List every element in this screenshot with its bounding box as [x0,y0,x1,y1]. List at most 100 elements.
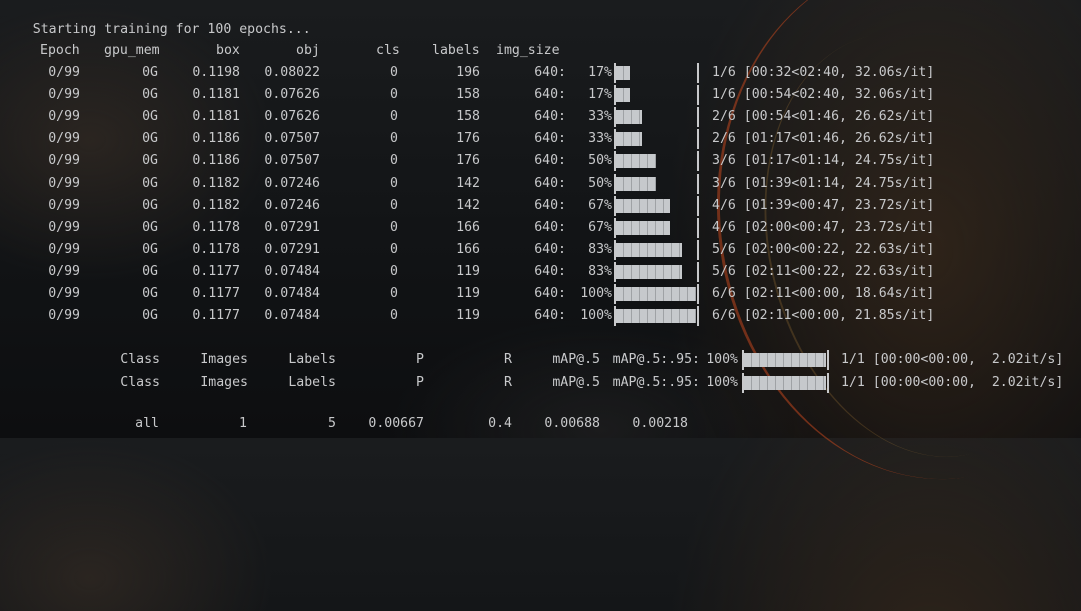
val-col-p: P [416,352,424,367]
col-obj: obj [296,43,320,58]
obj-loss-cell: 0.07626 [264,87,320,103]
col-cls: cls [376,43,400,58]
progress-bar-fill [616,66,630,80]
progress-bar-end [697,63,699,83]
col-img-size: img_size [496,43,560,58]
cls-loss-cell: 0 [390,286,398,301]
progress-bar [614,239,699,260]
progress-status: 5/6 [02:00<00:22, 22.63s/it] [712,241,935,257]
progress-bar [614,151,699,172]
training-row: 0/99 0G 0.1178 0.07291 0 166 640: 83% 5/6 [02:00… [0,239,1081,261]
box-loss-cell: 0.1178 [192,219,240,235]
summary-map50: 0.00688 [544,416,600,431]
epoch-cell: 0/99 [48,241,80,257]
val-col-images: Images [200,374,248,390]
obj-loss-cell: 0.08022 [264,65,320,80]
progress-bar-fill [616,264,682,279]
training-row: 0/99 0G 0.1181 0.07626 0 158 640: 17% 1/6 [00:54… [0,84,1081,106]
progress-percent: 100% [580,308,612,324]
training-row: 0/99 0G 0.1182 0.07246 0 142 640: 50% 3/6 [01:39… [0,173,1081,195]
progress-bar-fill [616,198,670,213]
training-row: 0/99 0G 0.1181 0.07626 0 158 640: 33% 2/6 [00:54… [0,106,1081,128]
box-loss-cell: 0.1181 [192,87,240,103]
box-loss-cell: 0.1198 [192,65,240,80]
box-loss-cell: 0.1186 [192,153,240,169]
val-progress-bar [742,372,829,393]
progress-bar [614,261,699,282]
progress-percent: 33% [588,131,612,147]
labels-cell: 196 [456,65,480,80]
img-size-cell: 640: [534,263,566,279]
col-epoch: Epoch [40,43,80,58]
progress-bar-fill [616,220,670,235]
summary-precision: 0.00667 [368,416,424,431]
progress-percent: 33% [588,109,612,125]
progress-bar-fill [616,88,630,103]
gpu-mem-cell: 0G [142,153,158,169]
training-row: 0/99 0G 0.1177 0.07484 0 119 640: 100% 6/6 [02:1… [0,305,1081,327]
img-size-cell: 640: [534,153,566,169]
summary-labels: 5 [328,416,336,431]
obj-loss-cell: 0.07484 [264,286,320,301]
val-progress-bar-fill [744,353,826,367]
box-loss-cell: 0.1182 [192,197,240,213]
summary-recall: 0.4 [488,416,512,431]
gpu-mem-cell: 0G [142,263,158,279]
progress-bar-fill [616,242,682,257]
val-col-images: Images [200,352,248,367]
summary-row: all 1 5 0.00667 0.4 0.00688 0.00218 [0,413,1081,435]
progress-status: 2/6 [01:17<01:46, 26.62s/it] [712,131,935,147]
gpu-mem-cell: 0G [142,109,158,125]
progress-percent: 83% [588,241,612,257]
cls-loss-cell: 0 [390,241,398,257]
progress-bar-end [697,129,699,150]
obj-loss-cell: 0.07484 [264,308,320,324]
labels-cell: 176 [456,153,480,169]
img-size-cell: 640: [534,286,566,301]
img-size-cell: 640: [534,65,566,80]
col-box: box [216,43,240,58]
epoch-cell: 0/99 [48,87,80,103]
progress-status: 5/6 [02:11<00:22, 22.63s/it] [712,263,935,279]
training-row: 0/99 0G 0.1177 0.07484 0 119 640: 83% 5/6 [02:11… [0,261,1081,283]
progress-percent: 17% [588,65,612,80]
terminal-output[interactable]: Starting training for 100 epochs... Epoc… [0,0,1081,438]
progress-percent: 67% [588,219,612,235]
val-progress-bar-end [827,350,829,370]
progress-bar-fill [616,154,656,169]
progress-status: 3/6 [01:17<01:14, 24.75s/it] [712,153,935,169]
progress-bar-end [697,217,699,238]
val-progress-bar [742,350,829,370]
cls-loss-cell: 0 [390,131,398,147]
labels-cell: 158 [456,109,480,125]
summary-images: 1 [239,416,247,431]
obj-loss-cell: 0.07291 [264,241,320,257]
progress-bar [614,217,699,238]
val-col-map50: mAP@.5 [552,374,600,390]
box-loss-cell: 0.1186 [192,131,240,147]
val-col-labels: Labels [288,352,336,367]
obj-loss-cell: 0.07246 [264,197,320,213]
progress-status: 3/6 [01:39<01:14, 24.75s/it] [712,175,935,191]
progress-percent: 83% [588,263,612,279]
img-size-cell: 640: [534,241,566,257]
box-loss-cell: 0.1182 [192,175,240,191]
epoch-cell: 0/99 [48,109,80,125]
gpu-mem-cell: 0G [142,175,158,191]
progress-percent: 17% [588,87,612,103]
epoch-cell: 0/99 [48,131,80,147]
training-row: 0/99 0G 0.1178 0.07291 0 166 640: 67% 4/6 [02:00… [0,217,1081,239]
progress-bar-end [697,261,699,282]
val-progress-percent: 100% [706,374,738,390]
training-row: 0/99 0G 0.1198 0.08022 0 196 640: 17% 1/6 [00:32… [0,62,1081,84]
training-row: 0/99 0G 0.1177 0.07484 0 119 640: 100% 6/6 [02:1… [0,283,1081,305]
obj-loss-cell: 0.07246 [264,175,320,191]
val-col-map: mAP@.5:.95: [612,352,700,367]
val-col-map: mAP@.5:.95: [612,374,700,390]
val-progress-percent: 100% [706,352,738,367]
col-labels: labels [432,43,480,58]
progress-bar [614,306,699,327]
cls-loss-cell: 0 [390,175,398,191]
progress-status: 6/6 [02:11<00:00, 18.64s/it] [712,286,935,301]
obj-loss-cell: 0.07484 [264,263,320,279]
